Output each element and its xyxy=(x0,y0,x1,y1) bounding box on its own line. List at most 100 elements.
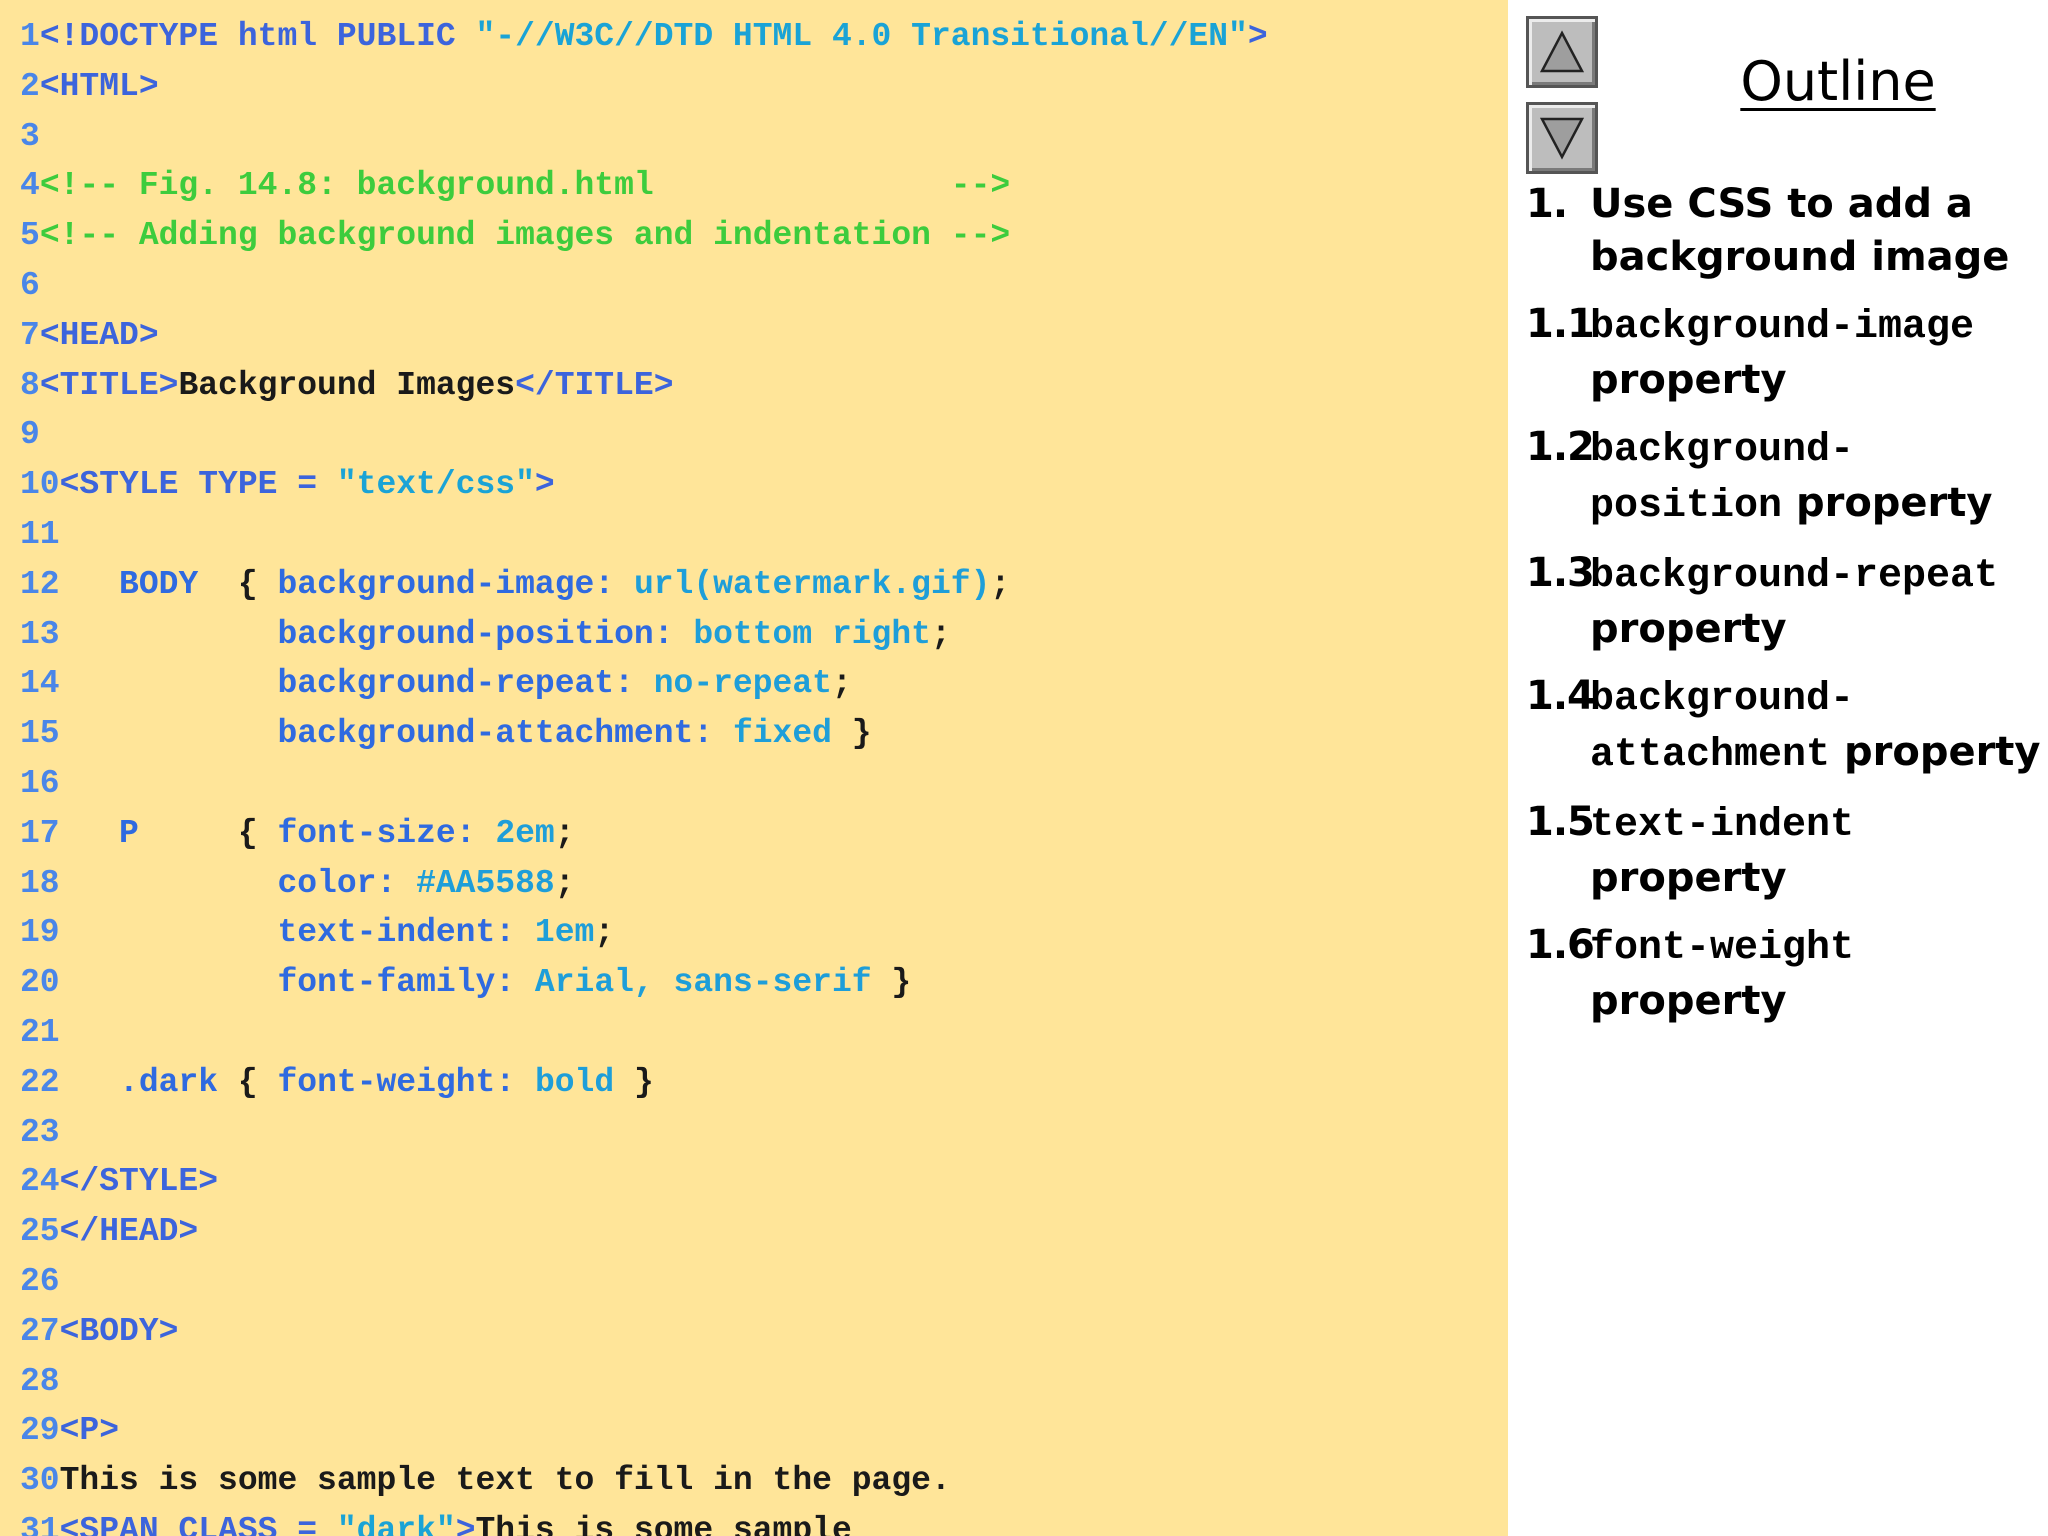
line-number: 2 xyxy=(20,67,40,105)
code-token: 2em xyxy=(495,814,555,852)
code-line: 13 background-position: bottom right; xyxy=(20,610,1268,660)
code-token: { xyxy=(218,1063,278,1101)
previous-slide-button[interactable] xyxy=(1526,16,1598,88)
css-property-name: background-image xyxy=(1590,305,1975,350)
outline-item-text: background-image property xyxy=(1590,298,2046,407)
line-number: 10 xyxy=(20,466,60,504)
code-token: ; xyxy=(554,814,575,852)
outline-item-text: background-attachment property xyxy=(1590,670,2046,782)
code-token: background-repeat: xyxy=(277,665,654,703)
code-token: background-position: xyxy=(277,615,694,653)
outline-list: 1. Use CSS to add a background image 1.1 ba… xyxy=(1526,178,2046,1042)
code-token: </STYLE> xyxy=(59,1163,219,1201)
outline-item-text: text-indent property xyxy=(1590,796,2046,905)
outline-item: 1.4 background-attachment property xyxy=(1526,670,2046,782)
code-line: 30This is some sample text to fill in th… xyxy=(20,1456,1268,1506)
code-token: ; xyxy=(554,864,575,902)
line-number: 8 xyxy=(20,366,40,404)
outline-title: Outline xyxy=(1740,50,1936,113)
code-line: 22 .dark { font-weight: bold } xyxy=(20,1058,1268,1108)
css-property-name: background-attachment xyxy=(1590,677,1855,778)
line-number: 1 xyxy=(20,18,40,55)
outline-item-number: 1.3 xyxy=(1526,550,1595,596)
outline-item-text: Use CSS to add a background image xyxy=(1590,178,2046,284)
code-line: 19 text-indent: 1em; xyxy=(20,908,1268,958)
code-line: 9 xyxy=(20,410,1268,460)
code-line: 31<SPAN CLASS = "dark">This is some samp… xyxy=(20,1506,1268,1536)
code-token: <HTML> xyxy=(39,67,159,105)
outline-item: 1.3 background-repeat property xyxy=(1526,547,2046,656)
code-token: <SPAN CLASS = xyxy=(59,1511,337,1536)
outline-item: 1.1 background-image property xyxy=(1526,298,2046,407)
code-line: 12 BODY { background-image: url(watermar… xyxy=(20,560,1268,610)
outline-item-number: 1.6 xyxy=(1526,922,1595,968)
outline-item-number: 1.5 xyxy=(1526,799,1595,845)
outline-item-number: 1.1 xyxy=(1526,301,1595,347)
code-line: 15 background-attachment: fixed } xyxy=(20,709,1268,759)
code-token: This is some sample xyxy=(475,1511,852,1536)
code-token: This is some sample text to fill in the … xyxy=(59,1462,951,1500)
code-line: 18 color: #AA5588; xyxy=(20,859,1268,909)
code-lines: 1<!DOCTYPE html PUBLIC "-//W3C//DTD HTML… xyxy=(20,12,1268,1536)
line-number: 13 xyxy=(20,615,60,653)
code-token: bottom right xyxy=(693,615,931,653)
code-line: 28 xyxy=(20,1357,1268,1407)
outline-text: property xyxy=(1830,729,2041,775)
line-number: 28 xyxy=(20,1362,60,1400)
code-token: "text/css" xyxy=(336,466,535,504)
outline-item: 1.2 background-position property xyxy=(1526,421,2046,533)
code-token: <!-- Fig. 14.8: background.html --> xyxy=(39,167,1011,205)
outline-item-text: background-repeat property xyxy=(1590,547,2046,656)
code-token: { xyxy=(138,814,278,852)
code-token: <!-- Adding background images and indent… xyxy=(39,217,1011,255)
outline-text: property xyxy=(1590,855,1787,901)
code-token: </HEAD> xyxy=(59,1213,199,1251)
code-token: > xyxy=(455,1511,476,1536)
outline-item-number: 1.4 xyxy=(1526,673,1595,719)
line-number: 4 xyxy=(20,167,40,205)
outline-item: 1. Use CSS to add a background image xyxy=(1526,178,2046,284)
code-token: ; xyxy=(990,565,1011,603)
outline-item-text: font-weight property xyxy=(1590,919,2046,1028)
code-token: > xyxy=(1247,18,1268,55)
code-token: Arial, sans-serif xyxy=(534,964,872,1002)
code-token: ; xyxy=(930,615,951,653)
code-line: 29<P> xyxy=(20,1406,1268,1456)
code-token: 1em xyxy=(534,914,595,952)
line-number: 23 xyxy=(20,1113,60,1151)
code-token: <STYLE TYPE = xyxy=(59,466,337,504)
line-number: 11 xyxy=(20,515,60,553)
code-line: 14 background-repeat: no-repeat; xyxy=(20,659,1268,709)
code-token: background-image: xyxy=(277,565,634,603)
outline-item-text: background-position property xyxy=(1590,421,2046,533)
code-line: 5<!-- Adding background images and inden… xyxy=(20,211,1268,261)
code-token: url(watermark.gif) xyxy=(633,565,991,603)
next-slide-button[interactable] xyxy=(1526,102,1598,174)
code-line: 16 xyxy=(20,759,1268,809)
code-line: 23 xyxy=(20,1108,1268,1158)
line-number: 25 xyxy=(20,1213,60,1251)
code-line: 6 xyxy=(20,261,1268,311)
code-line: 21 xyxy=(20,1008,1268,1058)
code-token: no-repeat xyxy=(653,665,832,703)
line-number: 7 xyxy=(20,316,40,354)
code-token: <TITLE> xyxy=(39,366,179,404)
outline-panel: Outline 1. Use CSS to add a background im… xyxy=(1508,0,2048,1536)
css-property-name: text-indent xyxy=(1590,803,1855,848)
triangle-down-icon xyxy=(1539,117,1585,160)
code-listing-panel: 1<!DOCTYPE html PUBLIC "-//W3C//DTD HTML… xyxy=(0,0,1508,1536)
outline-item-number: 1.2 xyxy=(1526,424,1595,470)
line-number: 20 xyxy=(20,964,60,1002)
outline-item-number: 1. xyxy=(1526,181,1568,227)
code-line: 4<!-- Fig. 14.8: background.html --> xyxy=(20,161,1268,211)
outline-text: property xyxy=(1590,978,1787,1024)
line-number: 21 xyxy=(20,1013,60,1051)
line-number: 30 xyxy=(20,1462,60,1500)
line-number: 29 xyxy=(20,1412,60,1450)
code-line: 27<BODY> xyxy=(20,1307,1268,1357)
